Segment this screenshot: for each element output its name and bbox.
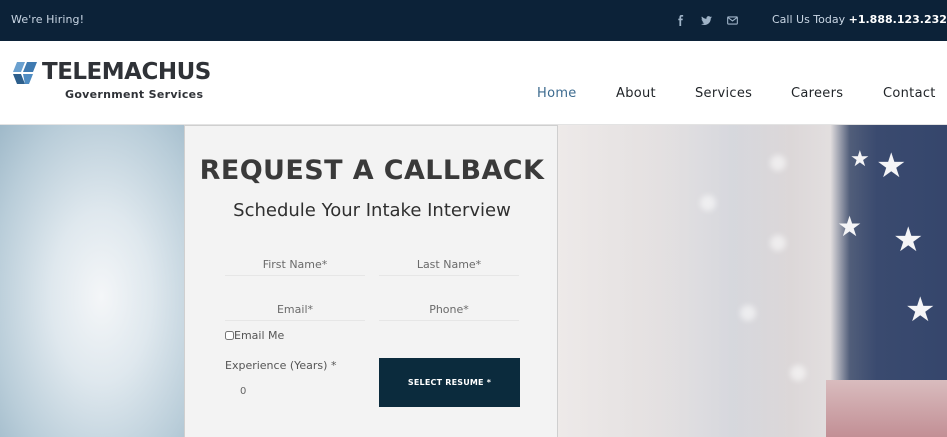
blurred-star [770,155,786,171]
blurred-star [770,235,786,251]
flag-star: ★ [905,290,936,330]
flag-star: ★ [850,147,870,172]
form-subtitle: Schedule Your Intake Interview [233,200,511,221]
nav-careers[interactable]: Careers [791,86,843,101]
form-title: REQUEST A CALLBACK [199,155,545,186]
blurred-star [740,305,756,321]
flag-star: ★ [837,210,863,243]
nav-about[interactable]: About [616,86,656,101]
nav-home[interactable]: Home [537,86,577,101]
experience-label: Experience (Years) * [225,359,337,372]
email-me-checkbox[interactable] [225,331,234,340]
first-name-input[interactable] [225,254,365,276]
call-prefix: Call Us Today [772,13,849,26]
blurred-star [700,195,716,211]
email-me-option[interactable]: Email Me [225,329,284,342]
mail-icon[interactable] [725,13,739,27]
select-resume-button[interactable]: SELECT RESUME * [379,358,520,407]
phone-link[interactable]: +1.888.123.2323 [849,13,947,26]
flag-star: ★ [876,146,907,186]
blurred-star [790,365,806,381]
call-us-text: Call Us Today +1.888.123.2323 [772,13,947,26]
site-header: TELEMACHUS Government Services Home Abou… [0,41,947,125]
twitter-icon[interactable] [699,13,713,27]
brand-name[interactable]: TELEMACHUS [42,59,211,85]
facebook-icon[interactable] [673,13,687,27]
nav-contact[interactable]: Contact [883,86,936,101]
email-me-label: Email Me [234,329,285,342]
hiring-link[interactable]: We're Hiring! [11,13,84,26]
callback-form: REQUEST A CALLBACK Schedule Your Intake … [184,125,558,437]
phone-input[interactable] [379,299,519,321]
flag-stripe [826,380,947,437]
logo-icon[interactable] [12,61,38,85]
experience-input[interactable] [225,380,335,402]
brand-tagline: Government Services [65,88,204,101]
top-bar: We're Hiring! Call Us Today +1.888.123.2… [0,0,947,41]
last-name-input[interactable] [379,254,519,276]
nav-services[interactable]: Services [695,86,752,101]
sky-image [0,125,184,437]
flag-star: ★ [893,220,924,260]
email-input[interactable] [225,299,365,321]
